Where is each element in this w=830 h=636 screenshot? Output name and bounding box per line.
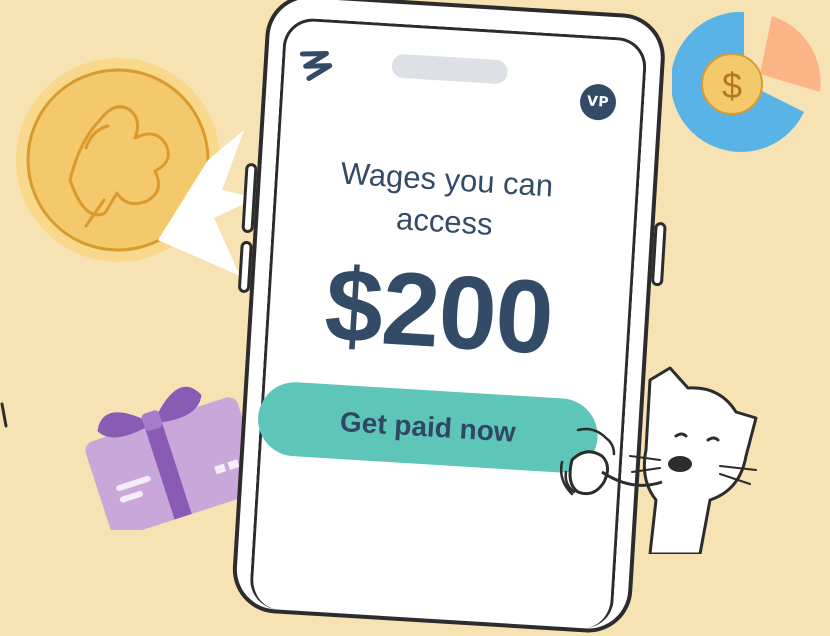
gold-coin-icon — [16, 58, 256, 276]
cat-illustration — [560, 366, 758, 554]
zigzag-logo-icon — [299, 50, 333, 81]
illustration-scene: $ VP Wages you can access $200 Get paid … — [0, 0, 830, 636]
pie-chart-dollar-icon: $ — [672, 11, 821, 152]
pie-dollar-symbol: $ — [722, 65, 742, 106]
decorative-stroke — [0, 402, 8, 428]
